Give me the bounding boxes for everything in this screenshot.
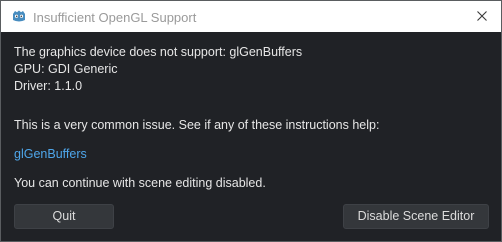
close-button[interactable] <box>469 5 495 27</box>
continue-text: You can continue with scene editing disa… <box>14 176 266 190</box>
unsupported-function-text: The graphics device does not support: gl… <box>14 45 303 59</box>
dialog-window: Insufficient OpenGL Support The graphics… <box>0 0 502 242</box>
disable-scene-editor-button[interactable]: Disable Scene Editor <box>343 204 489 229</box>
instructions-link[interactable]: glGenBuffers <box>14 147 87 161</box>
quit-button[interactable]: Quit <box>14 204 114 229</box>
window-title: Insufficient OpenGL Support <box>33 10 197 25</box>
title-bar[interactable]: Insufficient OpenGL Support <box>1 1 501 32</box>
error-details: The graphics device does not support: gl… <box>14 44 302 95</box>
gpu-text: GPU: GDI Generic <box>14 62 118 76</box>
hint-text: This is a very common issue. See if any … <box>14 118 380 132</box>
close-icon <box>477 11 487 21</box>
godot-engine-icon <box>11 9 27 23</box>
driver-text: Driver: 1.1.0 <box>14 79 83 93</box>
